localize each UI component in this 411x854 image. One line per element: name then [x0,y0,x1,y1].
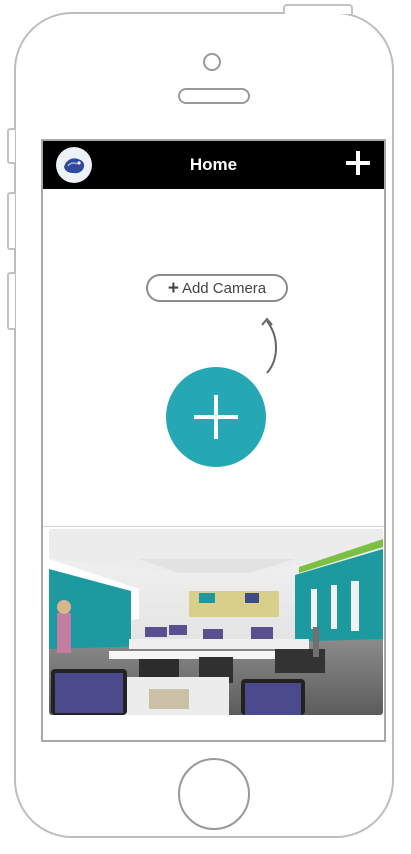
office-camera-image [49,529,383,715]
plus-icon: + [167,277,179,299]
plus-icon [346,151,370,175]
add-button[interactable] [344,149,372,177]
add-camera-fab[interactable] [166,367,266,467]
add-camera-label: Add Camera [181,279,267,297]
volume-down-button [7,272,15,330]
power-button [283,4,353,14]
silent-switch [7,128,15,164]
curved-arrow-icon [261,317,277,374]
volume-up-button [7,192,15,250]
add-camera-button[interactable]: + Add Camera [146,274,288,302]
app-screen: Home + Add Camera [41,139,386,742]
nav-bar: Home [43,141,384,189]
front-camera [203,53,221,71]
page-title: Home [189,155,238,174]
divider [43,526,384,527]
earpiece-speaker [178,88,250,104]
home-button[interactable] [178,758,250,830]
plus-icon [194,395,238,439]
